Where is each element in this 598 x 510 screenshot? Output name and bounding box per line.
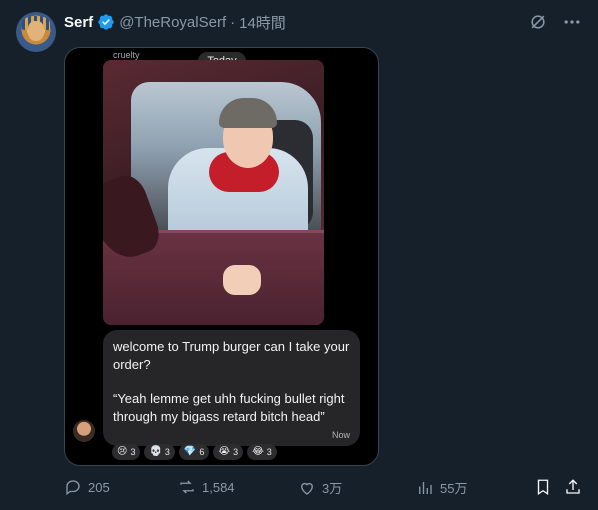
media-attachment[interactable]: cruelty Today welcome to Trump burger ca… (64, 47, 379, 466)
meta-separator: · (230, 13, 236, 31)
message-line-2: “Yeah lemme get uhh fucking bullet right… (113, 391, 345, 424)
reaction-icon: 😢 (117, 446, 128, 457)
grok-icon[interactable] (528, 12, 548, 32)
reaction-chip: 💎 6 (178, 444, 210, 460)
reaction-icon: 😭 (218, 446, 231, 457)
reaction-count: 3 (266, 447, 272, 457)
reaction-chip: 😂 3 (247, 444, 277, 460)
reply-icon (66, 480, 80, 496)
like-button[interactable]: 3万 (298, 478, 342, 497)
reaction-bar: 😢 3 💀 3 💎 6 😭 3 😂 3 (112, 444, 277, 460)
reaction-chip: 💀 3 (144, 444, 175, 460)
view-count: 55万 (440, 481, 468, 496)
bookmark-button[interactable] (534, 478, 552, 496)
message-bubble: welcome to Trump burger can I take your … (103, 330, 360, 446)
repost-icon (180, 480, 194, 494)
media-watermark: cruelty (113, 50, 140, 60)
verified-badge-icon (98, 14, 114, 30)
message-timestamp: Now (331, 430, 350, 440)
reaction-count: 3 (130, 447, 136, 457)
bookmark-icon (537, 479, 549, 496)
more-options-icon[interactable] (562, 12, 582, 32)
reaction-icon: 😂 (252, 446, 264, 457)
tweet-action-bar: 205 1,584 3万 55万 (64, 478, 584, 498)
message-line-1: welcome to Trump burger can I take your … (113, 339, 350, 372)
heart-icon (301, 482, 313, 495)
video-thumbnail[interactable] (103, 60, 324, 325)
analytics-icon (419, 481, 432, 494)
tweet-header: Serf @TheRoyalSerf · 14時間 (64, 12, 286, 32)
person-hand (223, 265, 261, 295)
reaction-icon: 💎 (183, 446, 197, 457)
views-button[interactable]: 55万 (416, 478, 467, 497)
repost-count: 1,584 (202, 479, 235, 495)
reaction-count: 3 (233, 447, 239, 457)
author-name[interactable]: Serf (64, 14, 93, 31)
reply-button[interactable]: 205 (64, 478, 110, 496)
reaction-icon: 💀 (149, 446, 162, 457)
sender-avatar (73, 420, 95, 442)
share-icon (566, 479, 580, 494)
reply-count: 205 (88, 479, 110, 495)
reaction-chip: 😭 3 (213, 444, 244, 460)
author-avatar[interactable] (16, 12, 56, 52)
reaction-chip: 😢 3 (112, 444, 141, 460)
share-button[interactable] (564, 478, 582, 496)
tweet-top-actions (528, 12, 582, 32)
reaction-count: 3 (164, 447, 170, 457)
avatar-face (28, 21, 44, 41)
author-handle[interactable]: @TheRoyalSerf (119, 14, 226, 31)
reaction-count: 6 (199, 447, 205, 457)
like-count: 3万 (322, 481, 343, 496)
post-time[interactable]: 14時間 (239, 12, 286, 33)
repost-button[interactable]: 1,584 (178, 478, 235, 496)
